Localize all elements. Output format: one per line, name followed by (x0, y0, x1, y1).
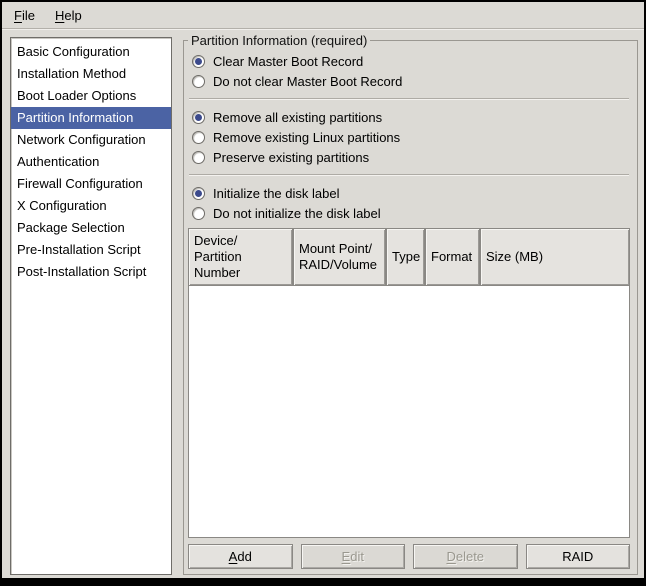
main-content: Basic Configuration Installation Method … (2, 29, 644, 578)
radio-label: Initialize the disk label (213, 186, 339, 201)
section-list: Basic Configuration Installation Method … (10, 37, 172, 575)
sidebar-item-installation-method[interactable]: Installation Method (11, 63, 171, 85)
add-button[interactable]: Add (188, 544, 293, 569)
app-window: File Help Basic Configuration Installati… (0, 0, 646, 586)
radio-unselected-icon (192, 131, 205, 144)
sidebar-item-partition-information[interactable]: Partition Information (11, 107, 171, 129)
sidebar-item-post-installation-script[interactable]: Post-Installation Script (11, 261, 171, 283)
radio-label: Remove all existing partitions (213, 110, 382, 125)
column-header-device-partition-number[interactable]: Device/ Partition Number (188, 228, 293, 286)
radio-selected-icon (192, 55, 205, 68)
sidebar-item-boot-loader-options[interactable]: Boot Loader Options (11, 85, 171, 107)
sidebar-item-x-configuration[interactable]: X Configuration (11, 195, 171, 217)
radio-label: Do not clear Master Boot Record (213, 74, 402, 89)
sidebar-item-network-configuration[interactable]: Network Configuration (11, 129, 171, 151)
separator (189, 98, 629, 100)
menu-bar: File Help (2, 2, 644, 29)
radio-clear-mbr[interactable]: Clear Master Boot Record (188, 51, 630, 71)
radio-label: Remove existing Linux partitions (213, 130, 400, 145)
sidebar-item-package-selection[interactable]: Package Selection (11, 217, 171, 239)
sidebar-item-pre-installation-script[interactable]: Pre-Installation Script (11, 239, 171, 261)
radio-label: Clear Master Boot Record (213, 54, 363, 69)
radio-initialize-disk-label[interactable]: Initialize the disk label (188, 183, 630, 203)
radio-do-not-clear-mbr[interactable]: Do not clear Master Boot Record (188, 71, 630, 91)
raid-button[interactable]: RAID (526, 544, 631, 569)
separator (189, 174, 629, 176)
column-header-format[interactable]: Format (425, 228, 480, 286)
sidebar-item-basic-configuration[interactable]: Basic Configuration (11, 41, 171, 63)
partition-table-header: Device/ Partition Number Mount Point/ RA… (188, 228, 630, 286)
radio-remove-linux-partitions[interactable]: Remove existing Linux partitions (188, 127, 630, 147)
radio-label: Preserve existing partitions (213, 150, 369, 165)
radio-unselected-icon (192, 75, 205, 88)
radio-do-not-initialize-disk-label[interactable]: Do not initialize the disk label (188, 203, 630, 223)
edit-button[interactable]: Edit (301, 544, 406, 569)
sidebar-item-authentication[interactable]: Authentication (11, 151, 171, 173)
column-header-mount-point-raid-volume[interactable]: Mount Point/ RAID/Volume (293, 228, 386, 286)
radio-remove-all-partitions[interactable]: Remove all existing partitions (188, 107, 630, 127)
sidebar-item-firewall-configuration[interactable]: Firewall Configuration (11, 173, 171, 195)
menu-help[interactable]: Help (47, 5, 90, 26)
radio-unselected-icon (192, 207, 205, 220)
window-chrome: File Help Basic Configuration Installati… (2, 2, 644, 578)
panel-title: Partition Information (required) (188, 33, 370, 48)
radio-selected-icon (192, 187, 205, 200)
radio-label: Do not initialize the disk label (213, 206, 381, 221)
table-button-row: Add Edit Delete RAID (188, 544, 630, 569)
partition-table-body[interactable] (188, 286, 630, 538)
column-header-size-mb[interactable]: Size (MB) (480, 228, 630, 286)
column-header-type[interactable]: Type (386, 228, 425, 286)
delete-button[interactable]: Delete (413, 544, 518, 569)
menu-file[interactable]: File (6, 5, 43, 26)
partition-table: Device/ Partition Number Mount Point/ RA… (188, 228, 630, 538)
radio-selected-icon (192, 111, 205, 124)
radio-unselected-icon (192, 151, 205, 164)
partition-information-panel: Partition Information (required) Clear M… (183, 40, 638, 575)
radio-preserve-partitions[interactable]: Preserve existing partitions (188, 147, 630, 167)
